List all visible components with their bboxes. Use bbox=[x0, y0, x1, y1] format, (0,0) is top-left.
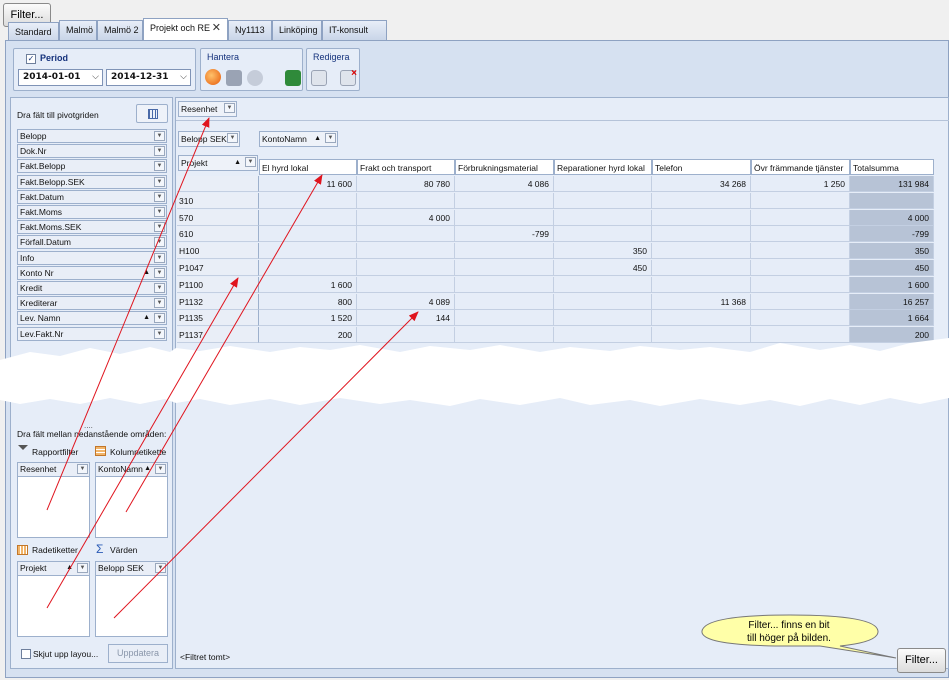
callout-line-2: till höger på bilden. bbox=[747, 633, 831, 644]
callout-text: Filter... finns en bit till höger på bild… bbox=[700, 619, 878, 645]
callout-note: Filter... finns en bit till höger på bild… bbox=[700, 615, 878, 649]
filter-button-bottom[interactable]: Filter... bbox=[897, 648, 946, 673]
callout-line-1: Filter... finns en bit bbox=[748, 620, 830, 631]
callout-bubble-shape bbox=[701, 614, 897, 659]
